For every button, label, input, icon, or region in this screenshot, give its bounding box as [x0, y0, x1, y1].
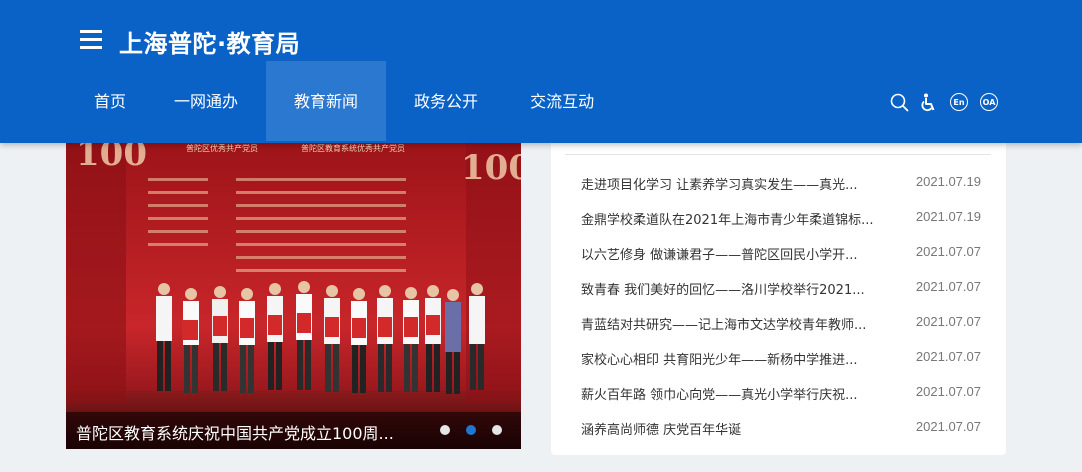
news-item-title[interactable]: 青蓝结对共研究——记上海市文达学校青年教师...	[581, 314, 895, 333]
news-item-date: 2021.07.07	[915, 279, 981, 294]
header-tools: En OA	[889, 92, 999, 112]
news-item-title[interactable]: 涵养高尚师德 庆党百年华诞	[581, 419, 895, 438]
carousel-photo: 100 100 普陀区优秀共产党员 普陀区教育系统优秀共产党员	[66, 143, 521, 449]
english-label: En	[950, 93, 968, 111]
news-item-title[interactable]: 薪火百年路 领巾心向党——真光小学举行庆祝...	[581, 384, 895, 403]
news-item-date: 2021.07.07	[915, 419, 981, 434]
photo-banner-left: 普陀区优秀共产党员	[186, 143, 258, 153]
carousel-caption-bar: 普陀区教育系统庆祝中国共产党成立100周...	[66, 412, 521, 449]
news-divider	[565, 154, 991, 155]
oa-icon[interactable]: OA	[979, 92, 999, 112]
site-title[interactable]: 上海普陀·教育局	[119, 24, 300, 59]
news-list: 走进项目化学习 让素养学习真实发生——真光... 2021.07.19 金鼎学校…	[581, 174, 981, 454]
news-item-date: 2021.07.07	[915, 314, 981, 329]
nav-education-news[interactable]: 教育新闻	[266, 61, 387, 141]
news-item[interactable]: 涵养高尚师德 庆党百年华诞 2021.07.07	[581, 419, 981, 454]
news-item-title[interactable]: 走进项目化学习 让素养学习真实发生——真光...	[581, 174, 895, 193]
news-item-title[interactable]: 金鼎学校柔道队在2021年上海市青少年柔道锦标...	[581, 209, 895, 228]
main-nav: 首页 一网通办 教育新闻 政务公开 交流互动	[70, 61, 618, 141]
carousel-dot-1[interactable]	[440, 425, 450, 435]
news-carousel[interactable]: 100 100 普陀区优秀共产党员 普陀区教育系统优秀共产党员 普陀区教育系统庆…	[66, 143, 521, 449]
oa-label: OA	[980, 93, 998, 111]
news-item-date: 2021.07.19	[915, 209, 981, 224]
news-item[interactable]: 薪火百年路 领巾心向党——真光小学举行庆祝... 2021.07.07	[581, 384, 981, 419]
nav-government-affairs[interactable]: 政务公开	[386, 61, 506, 141]
news-item-title[interactable]: 致青春 我们美好的回忆——洛川学校举行2021...	[581, 279, 895, 298]
svg-text:100: 100	[76, 143, 147, 174]
nav-interaction[interactable]: 交流互动	[506, 61, 618, 141]
news-item[interactable]: 以六艺修身 做谦谦君子——普陀区回民小学开... 2021.07.07	[581, 244, 981, 279]
photo-banner-right: 普陀区教育系统优秀共产党员	[301, 143, 405, 153]
nav-online-service[interactable]: 一网通办	[150, 61, 266, 141]
site-header: 上海普陀·教育局 首页 一网通办 教育新闻 政务公开 交流互动 En OA	[0, 0, 1082, 143]
news-item[interactable]: 走进项目化学习 让素养学习真实发生——真光... 2021.07.19	[581, 174, 981, 209]
accessibility-icon[interactable]	[919, 92, 939, 112]
english-language-icon[interactable]: En	[949, 92, 969, 112]
news-item[interactable]: 家校心心相印 共育阳光少年——新杨中学推进... 2021.07.07	[581, 349, 981, 384]
carousel-dot-3[interactable]	[492, 425, 502, 435]
svg-text:100: 100	[461, 148, 521, 188]
carousel-indicators	[440, 425, 518, 435]
news-item-title[interactable]: 以六艺修身 做谦谦君子——普陀区回民小学开...	[581, 244, 895, 263]
news-item-date: 2021.07.19	[915, 174, 981, 189]
news-item[interactable]: 致青春 我们美好的回忆——洛川学校举行2021... 2021.07.07	[581, 279, 981, 314]
nav-home[interactable]: 首页	[70, 61, 150, 141]
news-panel: 走进项目化学习 让素养学习真实发生——真光... 2021.07.19 金鼎学校…	[551, 130, 1006, 455]
carousel-caption[interactable]: 普陀区教育系统庆祝中国共产党成立100周...	[76, 420, 416, 444]
news-item-date: 2021.07.07	[915, 244, 981, 259]
search-icon[interactable]	[889, 92, 909, 112]
news-item-title[interactable]: 家校心心相印 共育阳光少年——新杨中学推进...	[581, 349, 895, 368]
news-item[interactable]: 青蓝结对共研究——记上海市文达学校青年教师... 2021.07.07	[581, 314, 981, 349]
news-item-date: 2021.07.07	[915, 384, 981, 399]
news-item[interactable]: 金鼎学校柔道队在2021年上海市青少年柔道锦标... 2021.07.19	[581, 209, 981, 244]
menu-icon[interactable]	[80, 30, 102, 50]
carousel-dot-2[interactable]	[466, 425, 476, 435]
news-item-date: 2021.07.07	[915, 349, 981, 364]
